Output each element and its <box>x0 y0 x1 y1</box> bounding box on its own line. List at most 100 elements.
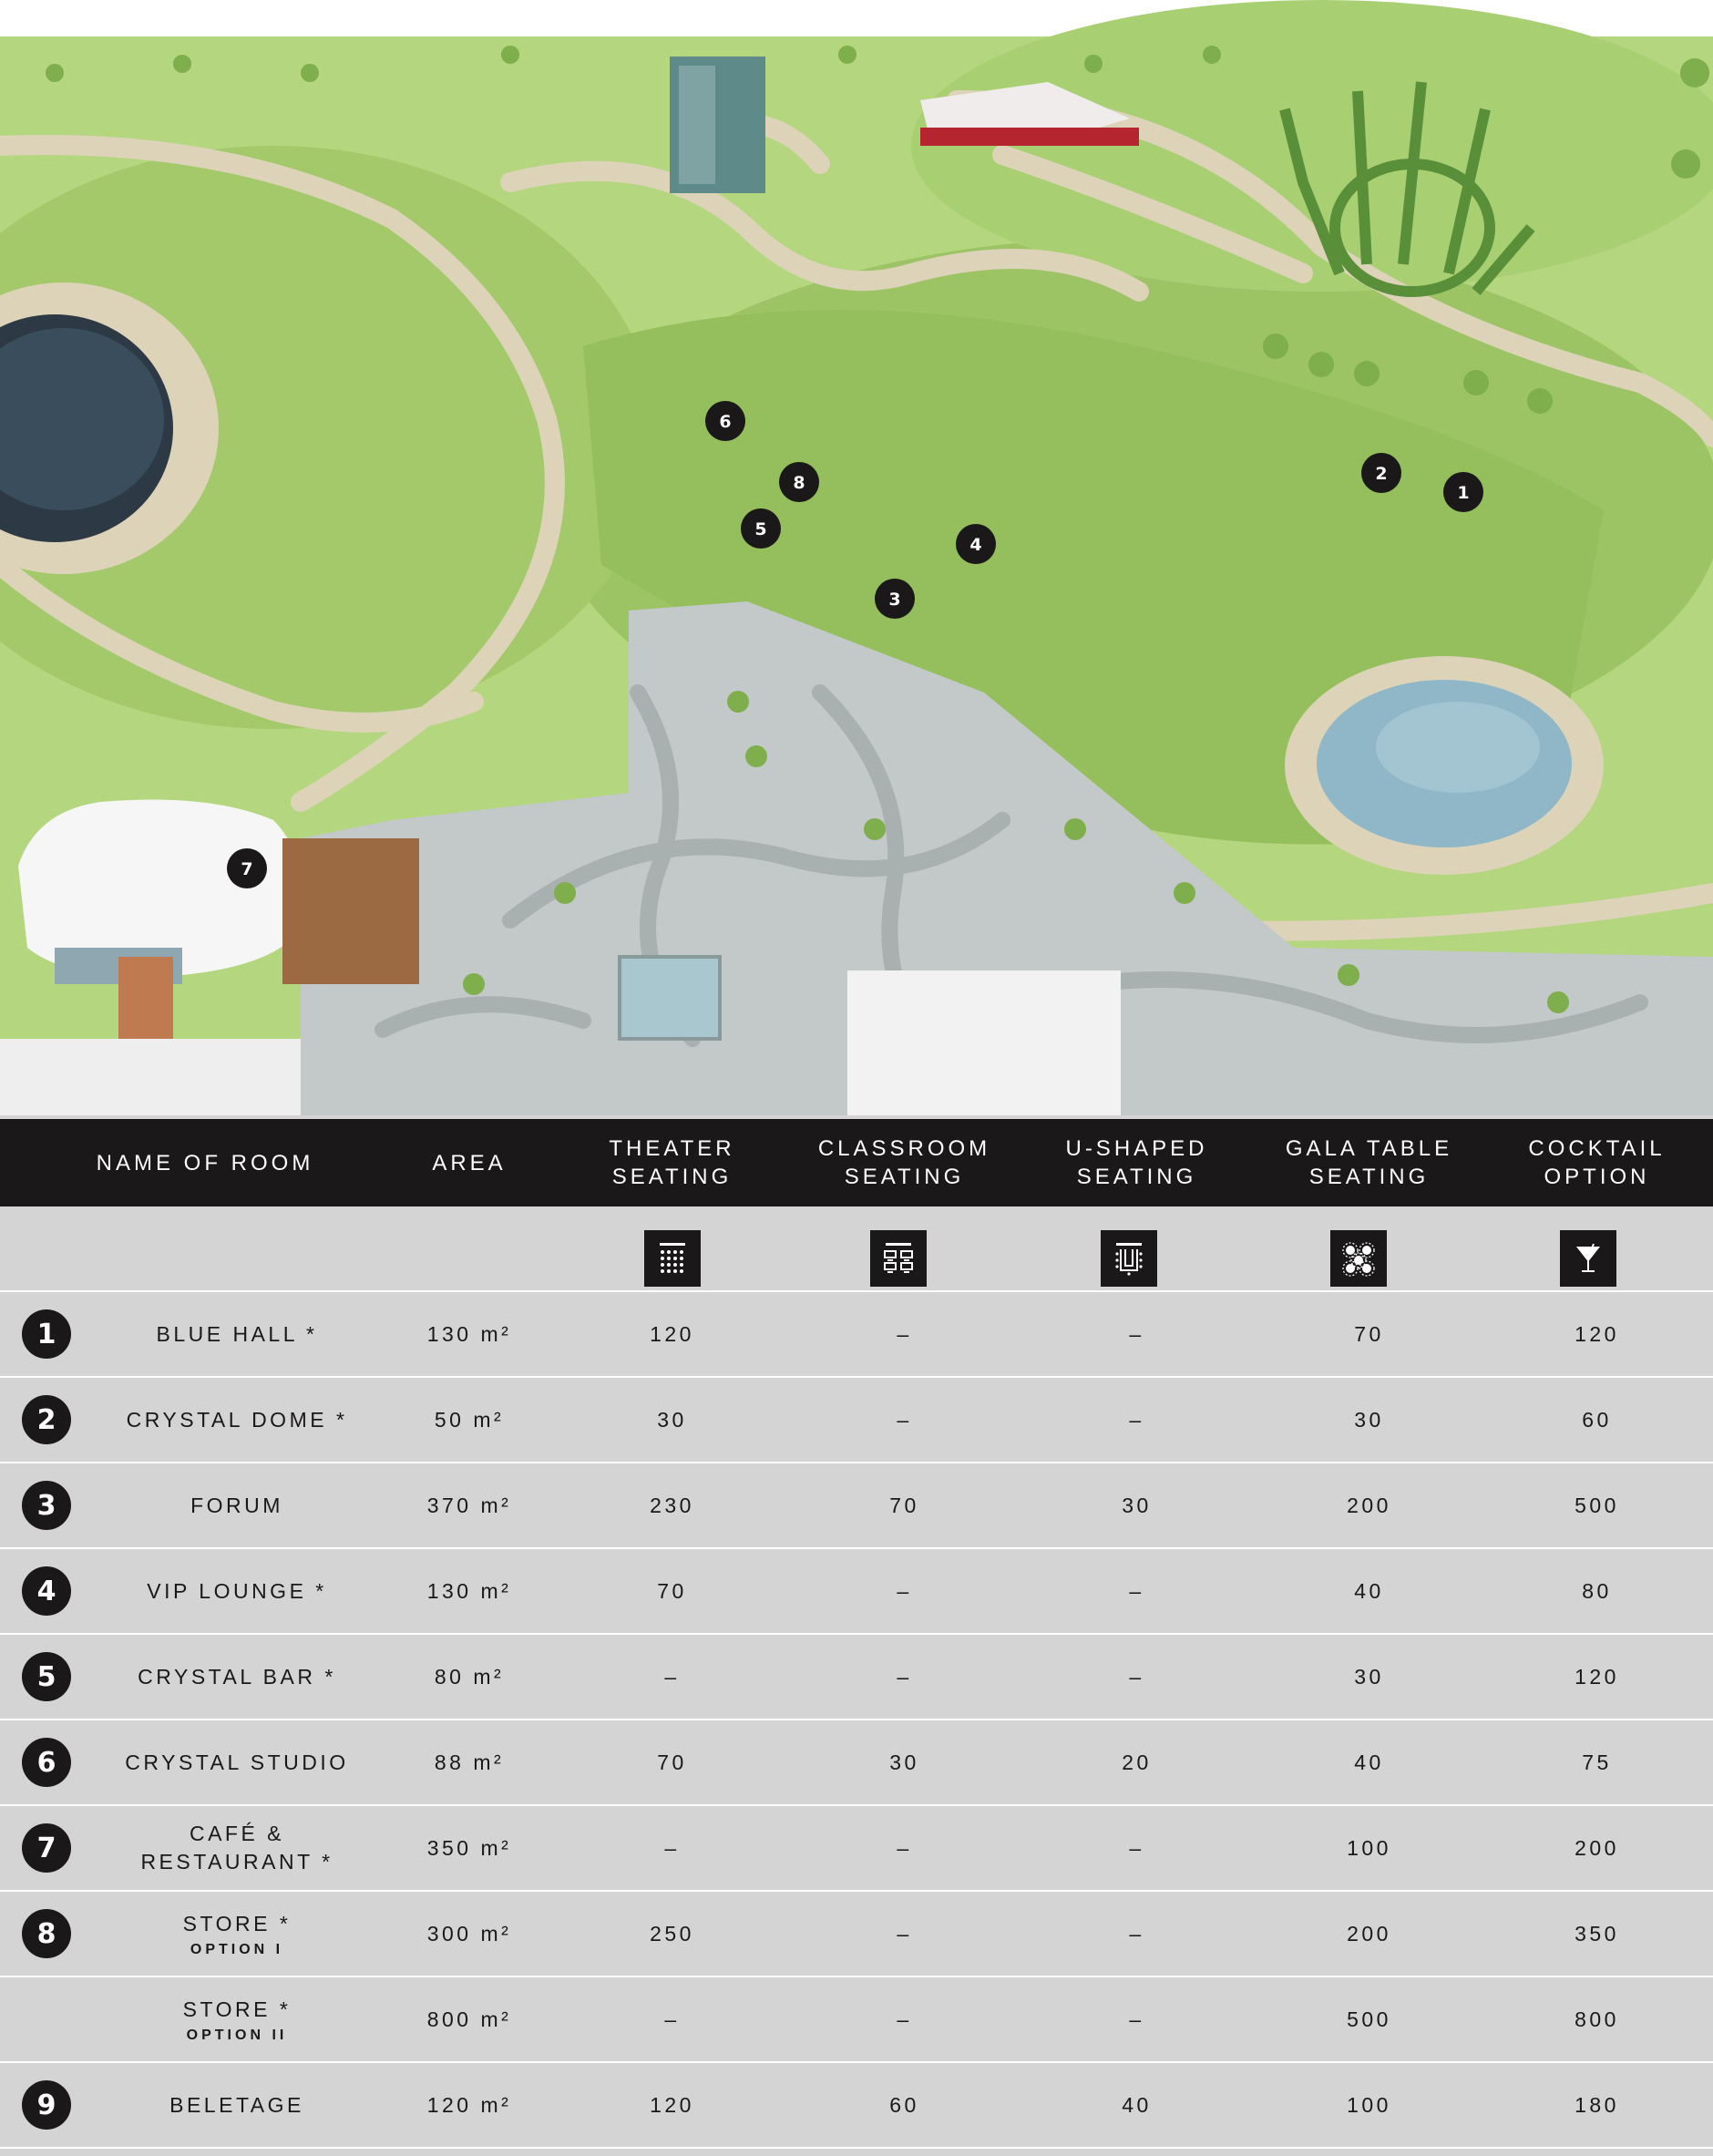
gala-cell: 100 <box>1347 2092 1391 2117</box>
room-number-badge: 5 <box>22 1652 71 1701</box>
cocktail-glass-icon <box>1560 1230 1616 1287</box>
ushaped-cell: – <box>1129 1578 1144 1603</box>
room-name-cell: BLUE HALL * <box>82 1292 392 1376</box>
theater-cell: 120 <box>650 1321 694 1346</box>
room-name-cell: CRYSTAL DOME * <box>82 1378 392 1462</box>
theater-cell: – <box>664 1835 680 1860</box>
gala-cell: 30 <box>1354 1407 1384 1432</box>
header-theater-seating: THEATER SEATING <box>609 1136 735 1189</box>
room-name: CRYSTAL BAR * <box>138 1664 336 1689</box>
ushaped-cell: – <box>1129 1835 1144 1860</box>
map-marker-label: 3 <box>888 590 900 610</box>
theater-cell: 70 <box>657 1750 687 1774</box>
map-marker-label: 6 <box>719 412 731 432</box>
ushaped-cell: – <box>1129 1407 1144 1432</box>
theater-seating-icon <box>644 1230 701 1287</box>
table-row: 3 FORUM 370 m² 230 70 30 200 500 <box>0 1463 1713 1549</box>
room-name-cell: STORE * OPTION II <box>82 1977 392 2061</box>
header-cocktail-option: COCKTAIL OPTION <box>1528 1136 1666 1189</box>
cocktail-cell: 350 <box>1575 1921 1619 1946</box>
classroom-cell: – <box>897 2007 912 2031</box>
room-name-cell: FORUM <box>82 1463 392 1547</box>
cocktail-cell: 120 <box>1575 1321 1619 1346</box>
theater-cell: – <box>664 2007 680 2031</box>
classroom-cell: – <box>897 1407 912 1432</box>
table-header: NAME OF ROOM AREA THEATER SEATING CLASSR… <box>0 1119 1713 1206</box>
ushaped-cell: 40 <box>1122 2092 1152 2117</box>
room-number-badge: 4 <box>22 1566 71 1616</box>
header-u-shaped-seating: U-SHAPED SEATING <box>1065 1136 1208 1189</box>
room-number-badge: 8 <box>22 1909 71 1958</box>
room-number-badge: 9 <box>22 2080 71 2130</box>
classroom-cell: – <box>897 1664 912 1689</box>
room-name: FORUM <box>190 1493 283 1517</box>
cocktail-cell: 75 <box>1582 1750 1612 1774</box>
classroom-cell: 30 <box>889 1750 919 1774</box>
cocktail-cell: 500 <box>1575 1493 1619 1517</box>
capacity-table: NAME OF ROOM AREA THEATER SEATING CLASSR… <box>0 1115 1713 2156</box>
room-name: CRYSTAL STUDIO <box>125 1750 349 1774</box>
room-number-badge: 7 <box>22 1823 71 1873</box>
classroom-cell: – <box>897 1578 912 1603</box>
room-name: CRYSTAL DOME * <box>126 1407 348 1432</box>
room-number-badge: 3 <box>22 1481 71 1530</box>
header-classroom-seating: CLASSROOM SEATING <box>817 1136 991 1189</box>
ushaped-cell: – <box>1129 2007 1144 2031</box>
map-marker-4: 4 <box>956 524 996 564</box>
room-name: CAFÉ & RESTAURANT * <box>140 1822 333 1874</box>
classroom-cell: – <box>897 1921 912 1946</box>
classroom-cell: – <box>897 1321 912 1346</box>
classroom-cell: 60 <box>889 2092 919 2117</box>
map-marker-label: 4 <box>969 535 981 555</box>
room-name-cell: VIP LOUNGE * <box>82 1549 392 1633</box>
cocktail-cell: 60 <box>1582 1407 1612 1432</box>
room-name-cell: CRYSTAL STUDIO <box>82 1720 392 1804</box>
ushaped-cell: – <box>1129 1664 1144 1689</box>
map-marker-6: 6 <box>705 401 745 441</box>
area-cell: 800 m² <box>426 2007 512 2031</box>
map-marker-label: 7 <box>241 859 252 879</box>
map-marker-8: 8 <box>779 462 819 502</box>
map-marker-label: 8 <box>793 473 805 493</box>
table-row: 1 BLUE HALL * 130 m² 120 – – 70 120 <box>0 1292 1713 1378</box>
gala-cell: 200 <box>1347 1921 1391 1946</box>
area-cell: 80 m² <box>434 1664 505 1689</box>
table-row: 5 CRYSTAL BAR * 80 m² – – – 30 120 <box>0 1635 1713 1720</box>
room-name: VIP LOUNGE * <box>147 1578 327 1603</box>
ushaped-cell: 30 <box>1122 1493 1152 1517</box>
area-cell: 130 m² <box>426 1578 512 1603</box>
header-area: AREA <box>432 1150 507 1176</box>
room-name-cell: STORE * OPTION I <box>82 1892 392 1976</box>
room-name: BLUE HALL * <box>156 1321 318 1346</box>
area-cell: 370 m² <box>426 1493 512 1517</box>
cocktail-cell: 80 <box>1582 1578 1612 1603</box>
gala-cell: 200 <box>1347 1493 1391 1517</box>
gala-cell: 500 <box>1347 2007 1391 2031</box>
classroom-seating-icon <box>870 1230 927 1287</box>
table-row: STORE * OPTION II 800 m² – – – 500 800 <box>0 1977 1713 2063</box>
cocktail-cell: 120 <box>1575 1664 1619 1689</box>
cocktail-cell: 800 <box>1575 2007 1619 2031</box>
venue-map: 6 8 5 4 3 2 1 7 <box>0 0 1713 1115</box>
theater-cell: – <box>664 1664 680 1689</box>
classroom-cell: – <box>897 1835 912 1860</box>
area-cell: 350 m² <box>426 1835 512 1860</box>
map-marker-1: 1 <box>1443 472 1483 512</box>
cocktail-cell: 200 <box>1575 1835 1619 1860</box>
gala-table-icon <box>1330 1230 1387 1287</box>
room-name: STORE * <box>182 1997 292 2021</box>
theater-cell: 230 <box>650 1493 694 1517</box>
theater-cell: 30 <box>657 1407 687 1432</box>
header-name-of-room: NAME OF ROOM <box>96 1150 314 1176</box>
room-option-label: OPTION I <box>190 1941 284 1957</box>
gala-cell: 40 <box>1354 1750 1384 1774</box>
table-row: 8 STORE * OPTION I 300 m² 250 – – 200 350 <box>0 1892 1713 1977</box>
ushaped-cell: 20 <box>1122 1750 1152 1774</box>
area-cell: 130 m² <box>426 1321 512 1346</box>
table-row: 7 CAFÉ & RESTAURANT * 350 m² – – – 100 200 <box>0 1806 1713 1892</box>
gala-cell: 100 <box>1347 1835 1391 1860</box>
gala-cell: 40 <box>1354 1578 1384 1603</box>
theater-cell: 120 <box>650 2092 694 2117</box>
ushaped-cell: – <box>1129 1321 1144 1346</box>
room-name: BELETAGE <box>169 2092 304 2117</box>
